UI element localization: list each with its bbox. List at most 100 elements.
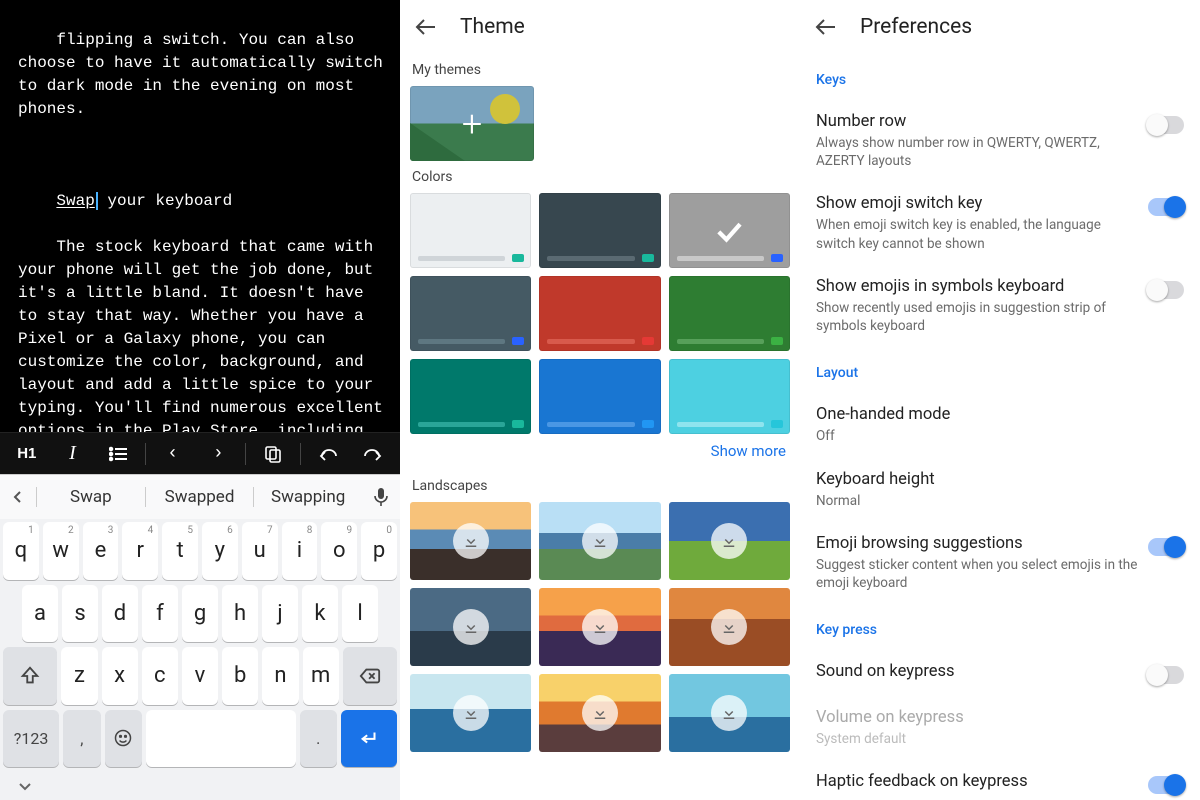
redo-button[interactable] xyxy=(352,446,394,462)
next-button[interactable]: › xyxy=(198,444,240,464)
suggestion-bar: Swap Swapped Swapping xyxy=(0,475,400,519)
heading-button[interactable]: H1 xyxy=(6,445,48,462)
pref-title: Show emoji switch key xyxy=(816,194,1138,213)
download-icon xyxy=(453,609,489,645)
landscape-theme-0[interactable] xyxy=(410,502,531,580)
key-e[interactable]: e3 xyxy=(83,522,119,580)
key-d[interactable]: d xyxy=(102,585,138,643)
landscape-theme-4[interactable] xyxy=(539,588,660,666)
collapse-keyboard-icon[interactable] xyxy=(0,772,400,800)
key-z[interactable]: z xyxy=(61,647,97,705)
pref-haptic[interactable]: Haptic feedback on keypress xyxy=(816,760,1184,800)
prev-button[interactable]: ‹ xyxy=(152,444,194,464)
pref-one-handed[interactable]: One-handed mode Off xyxy=(816,393,1184,457)
mic-icon[interactable] xyxy=(362,487,400,507)
toggle-emoji-symbols[interactable] xyxy=(1148,281,1184,299)
key-a[interactable]: a xyxy=(22,585,58,643)
key-y[interactable]: y6 xyxy=(202,522,238,580)
key-w[interactable]: w2 xyxy=(43,522,79,580)
key-u[interactable]: u7 xyxy=(242,522,278,580)
symbols-key[interactable]: ?123 xyxy=(3,710,59,768)
pref-emoji-browse[interactable]: Emoji browsing suggestions Suggest stick… xyxy=(816,522,1184,604)
download-icon xyxy=(711,523,747,559)
list-button[interactable] xyxy=(97,446,139,462)
suggestion-3[interactable]: Swapping xyxy=(253,487,362,507)
key-m[interactable]: m xyxy=(303,647,339,705)
text-editor[interactable]: flipping a switch. You can also choose t… xyxy=(0,0,400,432)
period-key[interactable]: . xyxy=(300,710,337,768)
key-x[interactable]: x xyxy=(102,647,138,705)
back-icon[interactable] xyxy=(808,9,844,45)
key-t[interactable]: t5 xyxy=(162,522,198,580)
download-icon xyxy=(582,523,618,559)
show-more-link[interactable]: Show more xyxy=(410,434,790,470)
landscape-theme-7[interactable] xyxy=(539,674,660,752)
landscape-theme-5[interactable] xyxy=(669,588,790,666)
toggle-haptic[interactable] xyxy=(1148,776,1184,794)
pref-sound[interactable]: Sound on keypress xyxy=(816,650,1184,696)
landscape-theme-1[interactable] xyxy=(539,502,660,580)
color-swatch-6[interactable] xyxy=(410,359,531,434)
suggestion-1[interactable]: Swap xyxy=(36,487,145,507)
landscape-theme-6[interactable] xyxy=(410,674,531,752)
color-swatch-grid xyxy=(410,193,790,434)
key-k[interactable]: k xyxy=(302,585,338,643)
pref-title: Keyboard height xyxy=(816,470,1184,489)
keyboard-row-1: q1w2e3r4t5y6u7i8o9p0 xyxy=(3,522,397,580)
toggle-sound[interactable] xyxy=(1148,666,1184,684)
key-b[interactable]: b xyxy=(222,647,258,705)
key-i[interactable]: i8 xyxy=(282,522,318,580)
landscape-theme-3[interactable] xyxy=(410,588,531,666)
pref-number-row[interactable]: Number row Always show number row in QWE… xyxy=(816,100,1184,182)
key-g[interactable]: g xyxy=(182,585,218,643)
backspace-key[interactable] xyxy=(343,647,397,705)
pref-title: Sound on keypress xyxy=(816,662,1138,681)
color-swatch-7[interactable] xyxy=(539,359,660,434)
key-o[interactable]: o9 xyxy=(321,522,357,580)
add-theme-button[interactable]: + xyxy=(410,86,534,161)
key-n[interactable]: n xyxy=(262,647,298,705)
sun-icon xyxy=(490,94,520,124)
pref-emoji-switch[interactable]: Show emoji switch key When emoji switch … xyxy=(816,182,1184,264)
landscape-theme-8[interactable] xyxy=(669,674,790,752)
key-c[interactable]: c xyxy=(142,647,178,705)
comma-key[interactable]: , xyxy=(63,710,100,768)
emoji-key[interactable] xyxy=(105,710,142,768)
space-key[interactable] xyxy=(146,710,296,768)
toggle-emoji-browse[interactable] xyxy=(1148,538,1184,556)
keyboard-rows: q1w2e3r4t5y6u7i8o9p0 asdfghjkl zxcvbnm ?… xyxy=(0,519,400,772)
toggle-number-row[interactable] xyxy=(1148,116,1184,134)
undo-button[interactable] xyxy=(307,446,349,462)
expand-suggestions-icon[interactable] xyxy=(0,489,36,505)
color-swatch-2[interactable] xyxy=(669,193,790,268)
color-swatch-4[interactable] xyxy=(539,276,660,351)
key-l[interactable]: l xyxy=(342,585,378,643)
italic-button[interactable]: I xyxy=(52,442,94,465)
key-q[interactable]: q1 xyxy=(3,522,39,580)
back-icon[interactable] xyxy=(408,9,444,45)
color-swatch-5[interactable] xyxy=(669,276,790,351)
copy-button[interactable] xyxy=(252,445,294,463)
mountain-icon xyxy=(410,123,465,161)
key-h[interactable]: h xyxy=(222,585,258,643)
color-swatch-8[interactable] xyxy=(669,359,790,434)
color-swatch-0[interactable] xyxy=(410,193,531,268)
toggle-emoji-switch[interactable] xyxy=(1148,198,1184,216)
color-swatch-3[interactable] xyxy=(410,276,531,351)
enter-key[interactable] xyxy=(341,710,397,768)
section-landscapes: Landscapes xyxy=(412,478,788,494)
key-v[interactable]: v xyxy=(182,647,218,705)
landscape-theme-2[interactable] xyxy=(669,502,790,580)
color-swatch-1[interactable] xyxy=(539,193,660,268)
key-p[interactable]: p0 xyxy=(361,522,397,580)
keyboard: Swap Swapped Swapping q1w2e3r4t5y6u7i8o9… xyxy=(0,474,400,800)
key-f[interactable]: f xyxy=(142,585,178,643)
pref-subtitle: Show recently used emojis in suggestion … xyxy=(816,299,1138,335)
key-j[interactable]: j xyxy=(262,585,298,643)
key-r[interactable]: r4 xyxy=(122,522,158,580)
shift-key[interactable] xyxy=(3,647,57,705)
pref-keyboard-height[interactable]: Keyboard height Normal xyxy=(816,458,1184,522)
suggestion-2[interactable]: Swapped xyxy=(145,487,254,507)
key-s[interactable]: s xyxy=(62,585,98,643)
pref-emoji-symbols[interactable]: Show emojis in symbols keyboard Show rec… xyxy=(816,265,1184,347)
